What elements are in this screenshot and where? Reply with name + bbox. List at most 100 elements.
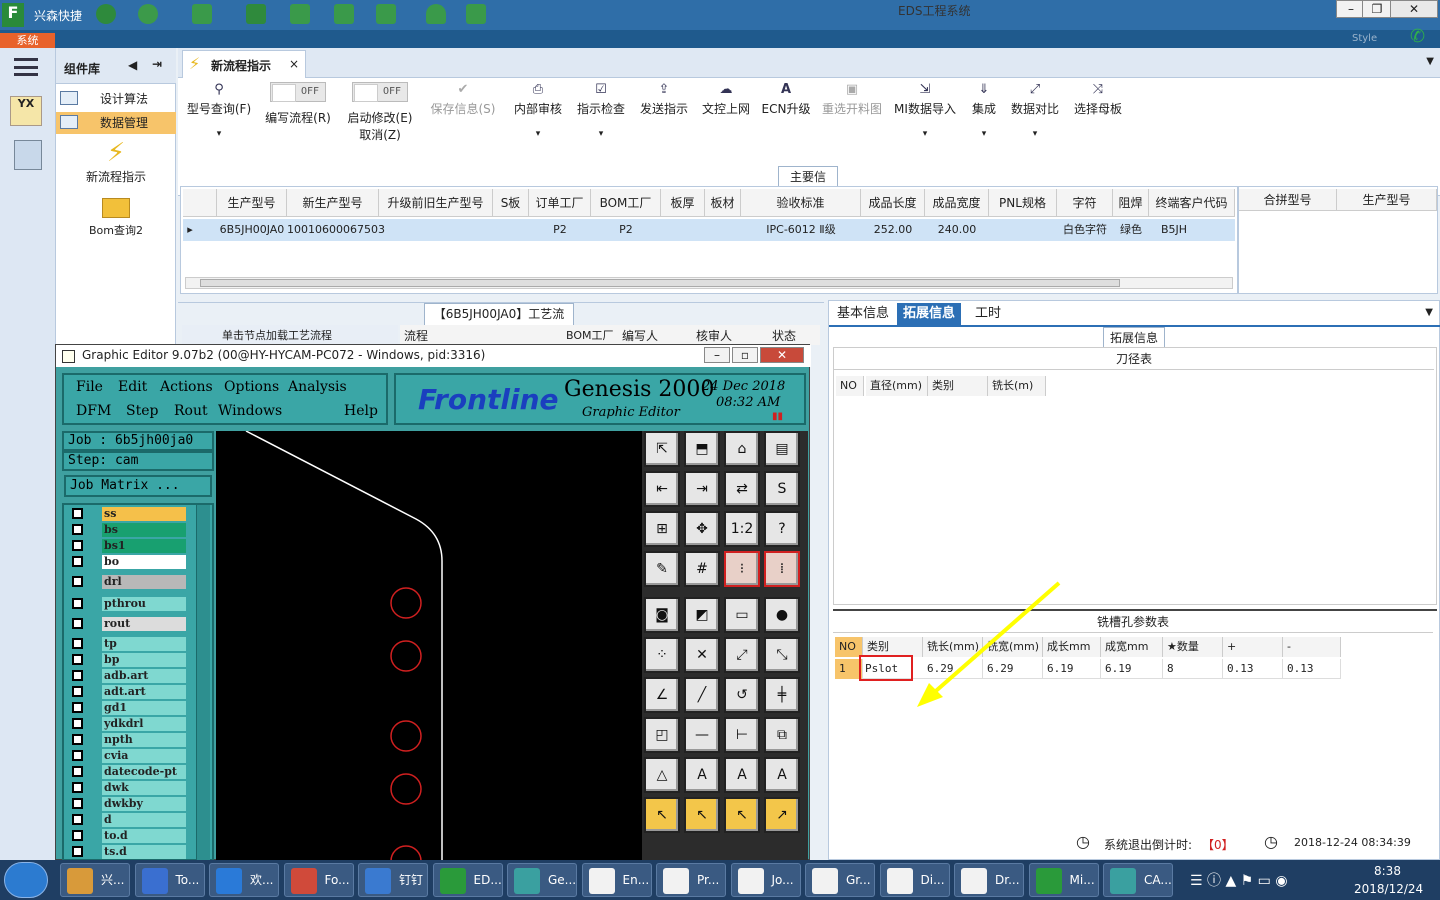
col-header[interactable]: 铣长(m): [988, 376, 1046, 396]
window-icon[interactable]: ▤: [764, 431, 800, 467]
taskbar-date[interactable]: 2018/12/24: [1354, 882, 1423, 896]
dot-icon[interactable]: ●: [764, 597, 800, 633]
chevron-down-icon[interactable]: ▼: [1425, 307, 1433, 318]
horizontal-scrollbar[interactable]: [185, 277, 1233, 289]
table-icon[interactable]: [192, 4, 212, 24]
data-compare-button[interactable]: ⤢ 数据对比 ▾: [1008, 82, 1062, 139]
triangle-a-icon[interactable]: A: [684, 757, 720, 793]
grid-icon[interactable]: #: [684, 551, 720, 587]
layer-row[interactable]: drl: [68, 575, 188, 589]
grid-header[interactable]: 订单工厂: [529, 189, 591, 217]
taskbar-item[interactable]: Jo...: [730, 863, 801, 897]
menu-help[interactable]: Help: [344, 403, 378, 419]
zoom-fit-icon[interactable]: ⬒: [684, 431, 720, 467]
taskbar-item[interactable]: CA...: [1103, 863, 1173, 897]
layer-checkbox[interactable]: [72, 798, 83, 809]
tab-ext-info[interactable]: 拓展信息: [897, 303, 962, 325]
layer-checkbox[interactable]: [72, 734, 83, 745]
pause-icon[interactable]: ▮▮: [772, 411, 783, 422]
col-header[interactable]: ★数量: [1163, 637, 1223, 657]
menu-dfm[interactable]: DFM: [76, 403, 111, 419]
grid-header[interactable]: 板材: [705, 189, 741, 217]
lifebuoy-icon[interactable]: [138, 4, 158, 24]
layer-checkbox[interactable]: [72, 540, 83, 551]
layer-checkbox[interactable]: [72, 830, 83, 841]
menu-step[interactable]: Step: [126, 403, 158, 419]
taskbar-item[interactable]: 兴...: [60, 863, 130, 897]
dimension-icon[interactable]: ⊢: [724, 717, 760, 753]
pointer-move-icon[interactable]: ↖: [724, 797, 760, 833]
job-matrix-button[interactable]: Job Matrix ...: [64, 475, 212, 497]
zoom-home-icon[interactable]: ⇱: [644, 431, 680, 467]
taskbar-item[interactable]: Gr...: [805, 863, 875, 897]
menu-file[interactable]: File: [76, 379, 103, 395]
zoom-in-icon[interactable]: ⊞: [644, 511, 680, 547]
grid-header[interactable]: 生产型号: [217, 189, 287, 217]
grid-header[interactable]: PNL规格: [989, 189, 1057, 217]
chevron-down-icon[interactable]: ▼: [1426, 56, 1434, 67]
chevron-left-icon[interactable]: ◀: [128, 58, 137, 72]
layer-row[interactable]: dwkby: [68, 797, 188, 811]
layer-row[interactable]: pthrou: [68, 597, 188, 611]
layer-row[interactable]: ydkdrl: [68, 717, 188, 731]
layer-checkbox[interactable]: [72, 638, 83, 649]
layer-checkbox[interactable]: [72, 782, 83, 793]
toggle-switch[interactable]: OFF: [352, 82, 408, 102]
layer-checkbox[interactable]: [72, 524, 83, 535]
grid-header[interactable]: 新生产型号: [287, 189, 379, 217]
triangle-icon[interactable]: △: [644, 757, 680, 793]
scale-icon[interactable]: 1:2: [724, 511, 760, 547]
col-header[interactable]: -: [1283, 637, 1341, 657]
tab-new-flow[interactable]: ⚡ 新流程指示 ×: [182, 50, 306, 78]
snap-icon[interactable]: S: [764, 471, 800, 507]
taskbar-item[interactable]: Ge...: [507, 863, 577, 897]
angle-icon[interactable]: ∠: [644, 677, 680, 713]
col-header[interactable]: +: [1223, 637, 1283, 657]
ge-maximize-button[interactable]: ▫: [732, 347, 758, 363]
layer-row[interactable]: tp: [68, 637, 188, 651]
send-instruction-button[interactable]: ⇪ 发送指示: [636, 82, 692, 117]
internal-review-button[interactable]: ⎙ 内部审核 ▾: [510, 82, 566, 139]
phone-icon[interactable]: ✆: [1410, 26, 1425, 47]
start-button[interactable]: [4, 862, 48, 898]
col-header[interactable]: NO: [836, 376, 864, 396]
layer-checkbox[interactable]: [72, 576, 83, 587]
move-right-icon[interactable]: ⇥: [684, 471, 720, 507]
mi-import-button[interactable]: ⇲ MI数据导入 ▾: [892, 82, 958, 139]
taskbar-item[interactable]: Di...: [879, 863, 950, 897]
grid-header[interactable]: 成品宽度: [925, 189, 989, 217]
layer-checkbox[interactable]: [72, 766, 83, 777]
menu-analysis[interactable]: Analysis: [288, 379, 347, 395]
taskbar-item[interactable]: Dr...: [954, 863, 1024, 897]
pointer-route-icon[interactable]: ↗: [764, 797, 800, 833]
line-end-icon[interactable]: ⤡: [764, 637, 800, 673]
film-icon[interactable]: [290, 4, 310, 24]
layer-row[interactable]: adb.art: [68, 669, 188, 683]
grid-header[interactable]: 字符: [1057, 189, 1113, 217]
measure-icon[interactable]: ✎: [644, 551, 680, 587]
layer-checkbox[interactable]: [72, 508, 83, 519]
yx-module-icon[interactable]: YX: [10, 96, 42, 126]
slash-icon[interactable]: ╱: [684, 677, 720, 713]
grid-header[interactable]: 生产型号: [1337, 189, 1437, 211]
grid-header[interactable]: 阻焊: [1113, 189, 1149, 217]
taskbar-item[interactable]: To...: [134, 863, 205, 897]
taskbar-item[interactable]: Mi...: [1028, 863, 1099, 897]
grid-header[interactable]: 合拼型号: [1239, 189, 1337, 211]
layer-checkbox[interactable]: [72, 670, 83, 681]
grid-header[interactable]: 板厚: [661, 189, 705, 217]
pointer-icon[interactable]: ↖: [644, 797, 680, 833]
line-point-icon[interactable]: ⤢: [724, 637, 760, 673]
connect-icon[interactable]: ⁘: [644, 637, 680, 673]
triangle-c-icon[interactable]: A: [764, 757, 800, 793]
taskbar-item[interactable]: 欢...: [209, 863, 279, 897]
grid-header[interactable]: BOM工厂: [591, 189, 661, 217]
help-icon[interactable]: ?: [764, 511, 800, 547]
layer-row[interactable]: cvia: [68, 749, 188, 763]
layer-row[interactable]: to.d: [68, 829, 188, 843]
grid-header[interactable]: 终端客户代码: [1149, 189, 1235, 217]
arc-icon[interactable]: ↺: [724, 677, 760, 713]
table-row[interactable]: ▸ 6B5JH00JA0 10010600067503 P2 P2 IPC-60…: [183, 219, 1235, 241]
layer-row[interactable]: d: [68, 813, 188, 827]
save-info-button[interactable]: ✔ 保存信息(S): [428, 82, 498, 117]
